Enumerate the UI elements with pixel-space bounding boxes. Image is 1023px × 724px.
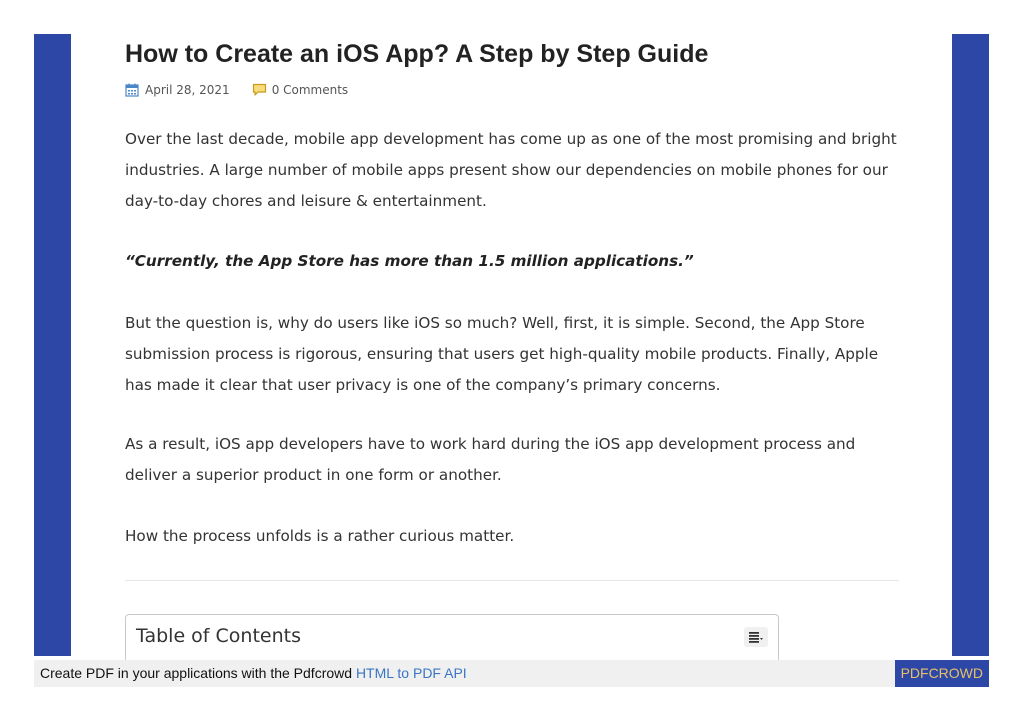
pdf-footer: Create PDF in your applications with the… xyxy=(34,660,989,687)
right-blue-border xyxy=(952,34,989,656)
pull-quote: “Currently, the App Store has more than … xyxy=(125,252,694,270)
footer-text-line: Create PDF in your applications with the… xyxy=(40,665,467,681)
paragraph-process: How the process unfolds is a rather curi… xyxy=(125,527,515,545)
footer-text: Create PDF in your applications with the… xyxy=(40,665,353,681)
table-of-contents: Table of Contents xyxy=(125,614,779,664)
left-blue-border xyxy=(34,34,71,656)
calendar-icon xyxy=(125,83,139,97)
pdfcrowd-brand-link[interactable]: PDFCROWD xyxy=(894,660,989,687)
article-meta: April 28, 2021 0 Comments xyxy=(125,82,348,98)
toc-toggle-button[interactable] xyxy=(744,627,768,647)
paragraph-why-ios: But the question is, why do users like i… xyxy=(125,314,879,394)
content-divider xyxy=(125,580,899,581)
footer-api-link[interactable]: HTML to PDF API xyxy=(356,665,467,681)
comment-icon xyxy=(252,83,266,97)
list-toggle-icon xyxy=(749,628,763,647)
article-date[interactable]: April 28, 2021 xyxy=(145,83,230,97)
toc-title: Table of Contents xyxy=(136,625,301,647)
article-comments-link[interactable]: 0 Comments xyxy=(272,83,349,97)
paragraph-result: As a result, iOS app developers have to … xyxy=(125,435,856,484)
article-title: How to Create an iOS App? A Step by Step… xyxy=(125,40,709,68)
paragraph-intro: Over the last decade, mobile app develop… xyxy=(125,130,897,210)
